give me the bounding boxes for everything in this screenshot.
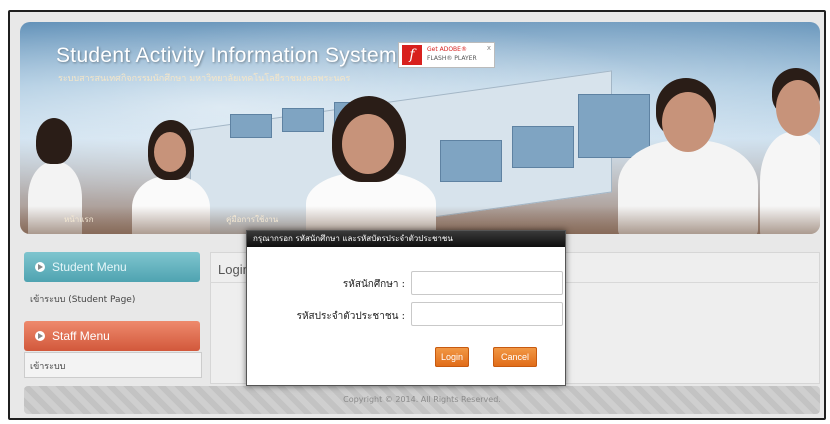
student-login-link[interactable]: เข้าระบบ (Student Page) xyxy=(24,292,200,306)
nav-home[interactable]: หน้าแรก xyxy=(64,213,94,226)
student-face xyxy=(662,92,714,152)
flash-badge-line1: Get ADOBE® xyxy=(427,46,467,53)
building-window xyxy=(512,126,574,168)
citizen-id-label: รหัสประจำตัวประชาชน : xyxy=(296,311,405,322)
student-id-input[interactable] xyxy=(411,271,563,295)
login-button[interactable]: Login xyxy=(435,347,469,367)
header-banner: Student Activity Information System ระบบ… xyxy=(20,22,820,234)
building-window xyxy=(578,94,650,158)
student-menu-header[interactable]: Student Menu xyxy=(24,252,200,282)
citizen-id-input[interactable] xyxy=(411,302,563,326)
login-dialog-title: กรุณากรอก รหัสนักศึกษา และรหัสบัตรประจำต… xyxy=(247,231,565,247)
site-title: Student Activity Information System xyxy=(56,44,397,67)
student-menu-label: Student Menu xyxy=(52,260,127,274)
browser-frame: Student Activity Information System ระบบ… xyxy=(8,10,826,420)
staff-login-link[interactable]: เข้าระบบ xyxy=(24,359,200,373)
site-subtitle: ระบบสารสนเทศกิจกรรมนักศึกษา มหาวิทยาลัยเ… xyxy=(58,74,351,84)
building-window xyxy=(282,108,324,132)
nav-manual[interactable]: คู่มือการใช้งาน xyxy=(226,213,278,226)
copyright-text: Copyright © 2014. All Rights Reserved. xyxy=(343,395,501,404)
student-hair xyxy=(36,118,72,164)
staff-menu-label: Staff Menu xyxy=(52,329,110,343)
cancel-button[interactable]: Cancel xyxy=(493,347,537,367)
login-dialog: กรุณากรอก รหัสนักศึกษา และรหัสบัตรประจำต… xyxy=(246,230,566,386)
student-id-label: รหัสนักศึกษา : xyxy=(342,279,405,290)
get-flash-player-badge[interactable]: f Get ADOBE® FLASH® PLAYER x xyxy=(398,42,495,68)
student-face xyxy=(154,132,186,172)
flash-badge-line2: FLASH® PLAYER xyxy=(427,55,477,62)
footer: Copyright © 2014. All Rights Reserved. xyxy=(24,386,820,414)
student-face xyxy=(342,114,394,174)
student-face xyxy=(776,80,820,136)
arrow-circle-icon xyxy=(35,262,45,272)
flash-logo-icon: f xyxy=(402,45,422,65)
building-window xyxy=(230,114,272,138)
close-icon[interactable]: x xyxy=(487,44,491,52)
building-window xyxy=(440,140,502,182)
staff-menu-header[interactable]: Staff Menu xyxy=(24,321,200,351)
arrow-circle-icon xyxy=(35,331,45,341)
